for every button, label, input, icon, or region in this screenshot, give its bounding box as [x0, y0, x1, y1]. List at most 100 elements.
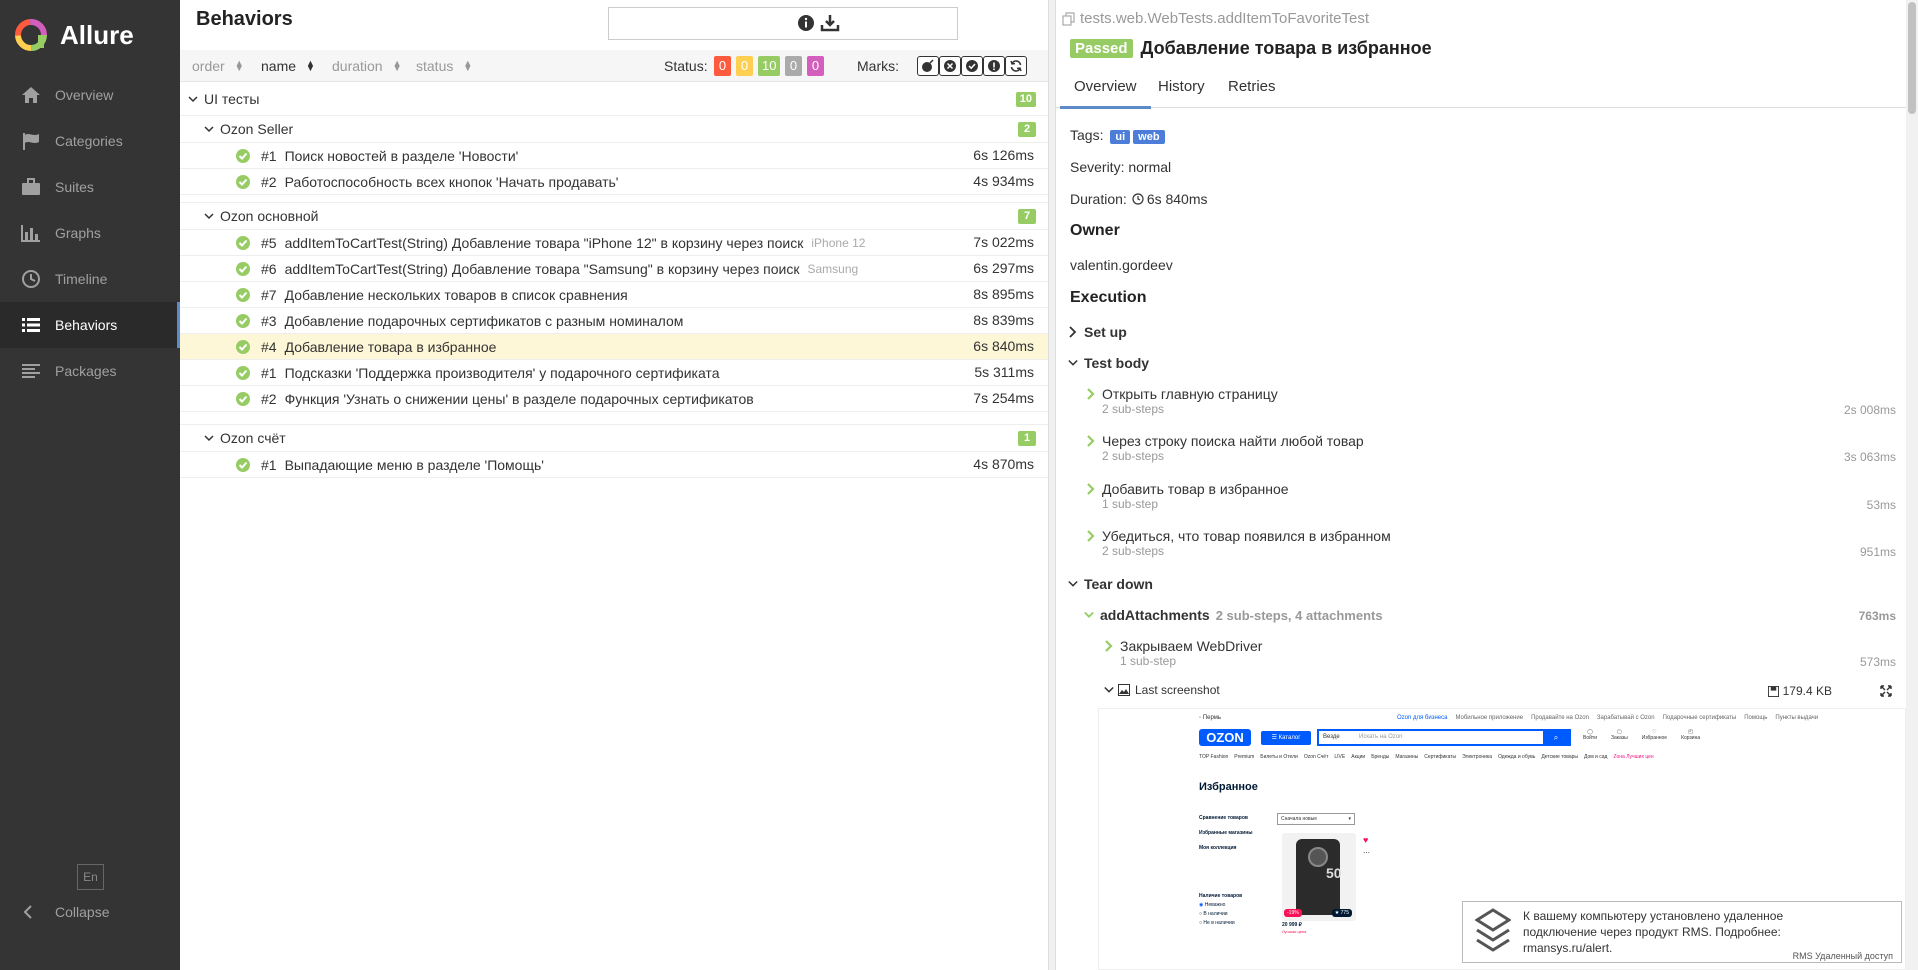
test-number: #1	[261, 147, 277, 164]
info-icon[interactable]	[796, 13, 816, 33]
test-name: addItemToCartTest(String) Добавление тов…	[284, 234, 804, 251]
test-name: Функция 'Узнать о снижении цены' в разде…	[284, 390, 754, 407]
detail-scrollbar[interactable]	[1906, 0, 1918, 970]
step-item[interactable]: Открыть главную страницу 2 sub-steps	[1086, 386, 1278, 416]
shot-search: Везде Искать на Ozon ⌕	[1317, 729, 1571, 746]
duration-value: 6s 840ms	[1146, 191, 1208, 207]
mark-retries-toggle[interactable]	[1005, 56, 1027, 76]
mark-new-broken-toggle[interactable]	[983, 56, 1005, 76]
test-row[interactable]: #1 Выпадающие меню в разделе 'Помощь' 4s…	[180, 452, 1048, 478]
sidebar-item-behaviors[interactable]: Behaviors	[0, 302, 180, 348]
scroll-thumb[interactable]	[1908, 2, 1916, 114]
tab-overview[interactable]: Overview	[1060, 78, 1150, 109]
sidebar-item-categories[interactable]: Categories	[0, 118, 180, 164]
owner-heading: Owner	[1070, 222, 1120, 239]
sort-duration[interactable]: duration ▲ ▼	[332, 58, 402, 74]
attach-step[interactable]: addAttachments 2 sub-steps, 4 attachments	[1084, 607, 1383, 623]
test-row[interactable]: #6 addItemToCartTest(String) Добавление …	[180, 256, 1048, 282]
fullname-text: tests.web.WebTests.addItemToFavoriteTest	[1080, 10, 1370, 27]
chevron-down-icon	[1068, 359, 1078, 366]
attachment-row[interactable]: Last screenshot	[1104, 683, 1220, 697]
exclamation-circle-icon	[988, 60, 1000, 72]
group-separator	[180, 412, 1048, 425]
status-skipped-toggle[interactable]: 0	[785, 56, 802, 76]
step-substeps: 1 sub-step	[1120, 654, 1177, 668]
test-row[interactable]: #5 addItemToCartTest(String) Добавление …	[180, 230, 1048, 256]
tree-group-node[interactable]: Ozon счёт 1	[180, 425, 1048, 452]
step-item[interactable]: Через строку поиска найти любой товар 2 …	[1086, 433, 1364, 463]
briefcase-icon	[22, 178, 40, 195]
shot-user-links: ◯ Войти ▢ Заказы ♡ Избранное ◰ Корзина	[1583, 729, 1701, 741]
duration-label: Duration:	[1070, 191, 1127, 207]
status-passed-toggle[interactable]: 10	[758, 56, 781, 76]
collapse-button[interactable]: Collapse	[20, 903, 109, 921]
tree-group-node[interactable]: Ozon Seller 2	[180, 116, 1048, 143]
sort-name[interactable]: name ▲ ▼	[261, 58, 315, 74]
webdriver-step[interactable]: Закрываем WebDriver 1 sub-step	[1104, 638, 1262, 668]
test-row[interactable]: #2 Работоспособность всех кнопок 'Начать…	[180, 169, 1048, 195]
step-item[interactable]: Добавить товар в избранное 1 sub-step	[1086, 481, 1289, 511]
chevron-down-icon	[204, 126, 214, 133]
count-badge: 10	[1015, 92, 1036, 107]
step-duration: 2s 008ms	[1843, 403, 1896, 417]
sidebar-item-label: Overview	[55, 87, 114, 103]
language-switcher[interactable]: En	[77, 864, 104, 890]
sort-order[interactable]: order ▲ ▼	[192, 58, 244, 74]
test-row[interactable]: #1 Поиск новостей в разделе 'Новости' 6s…	[180, 143, 1048, 169]
setup-section[interactable]: Set up	[1068, 324, 1127, 340]
chevron-down-icon	[204, 213, 214, 220]
test-duration: 5s 311ms	[974, 364, 1034, 380]
pane-splitter[interactable]	[1048, 0, 1056, 970]
test-row[interactable]: #7 Добавление нескольких товаров в списо…	[180, 282, 1048, 308]
status-broken-toggle[interactable]: 0	[736, 56, 753, 76]
test-fullname[interactable]: tests.web.WebTests.addItemToFavoriteTest	[1062, 10, 1369, 27]
mark-new-failed-toggle[interactable]	[939, 56, 961, 76]
sidebar-item-overview[interactable]: Overview	[0, 72, 180, 118]
tree-group-node[interactable]: Ozon основной 7	[180, 203, 1048, 230]
teardown-section[interactable]: Tear down	[1068, 576, 1153, 592]
test-name: addItemToCartTest(String) Добавление тов…	[284, 260, 800, 277]
mark-new-passed-toggle[interactable]	[961, 56, 983, 76]
brand[interactable]: Allure	[0, 0, 180, 70]
test-row[interactable]: #1 Подсказки 'Поддержка производителя' у…	[180, 360, 1048, 386]
mark-flaky-toggle[interactable]	[917, 56, 939, 76]
test-name: Подсказки 'Поддержка производителя' у по…	[284, 364, 720, 381]
sidebar-item-timeline[interactable]: Timeline	[0, 256, 180, 302]
sidebar-item-suites[interactable]: Suites	[0, 164, 180, 210]
chevron-right-icon	[1087, 530, 1095, 542]
sidebar-item-packages[interactable]: Packages	[0, 348, 180, 394]
test-body-label: Test body	[1084, 355, 1150, 371]
test-number: #5	[261, 234, 277, 251]
test-number: #1	[261, 456, 277, 473]
chevron-down-icon	[204, 435, 214, 442]
download-icon[interactable]	[820, 13, 840, 33]
shot-product-card: 50 -19% ★ 775	[1282, 833, 1356, 921]
test-number: #7	[261, 286, 277, 303]
status-badge: Passed	[1070, 39, 1133, 58]
times-circle-icon	[944, 60, 956, 72]
sidebar-item-graphs[interactable]: Graphs	[0, 210, 180, 256]
test-body-section[interactable]: Test body	[1068, 355, 1149, 371]
test-duration: 4s 934ms	[973, 173, 1034, 189]
step-substeps: 2 sub-steps	[1102, 544, 1165, 558]
sort-arrows-icon: ▲ ▼	[306, 58, 315, 73]
sort-status[interactable]: status ▲ ▼	[416, 58, 472, 74]
tab-history[interactable]: History	[1158, 78, 1205, 95]
tree-root-node[interactable]: UI тесты 10	[180, 83, 1048, 116]
chevron-right-icon	[1069, 326, 1077, 338]
tree-node-label: Ozon счёт	[220, 430, 286, 446]
step-item[interactable]: Убедиться, что товар появился в избранно…	[1086, 528, 1391, 558]
sort-bar: order ▲ ▼ name ▲ ▼ duration ▲ ▼ status ▲ ▼ Statu…	[180, 50, 1048, 82]
search-input[interactable]	[608, 7, 958, 40]
test-row-selected[interactable]: #4 Добавление товара в избранное 6s 840m…	[180, 334, 1048, 360]
test-row[interactable]: #2 Функция 'Узнать о снижении цены' в ра…	[180, 386, 1048, 412]
status-unknown-toggle[interactable]: 0	[807, 56, 824, 76]
expand-icon[interactable]	[1880, 685, 1892, 697]
chevron-down-icon	[1084, 611, 1094, 618]
sidebar-item-label: Categories	[55, 133, 123, 149]
tab-retries[interactable]: Retries	[1228, 78, 1276, 95]
status-failed-toggle[interactable]: 0	[714, 56, 731, 76]
step-title: Добавить товар в избранное	[1102, 481, 1289, 497]
test-row[interactable]: #3 Добавление подарочных сертификатов с …	[180, 308, 1048, 334]
step-substeps: 2 sub-steps	[1102, 402, 1165, 416]
